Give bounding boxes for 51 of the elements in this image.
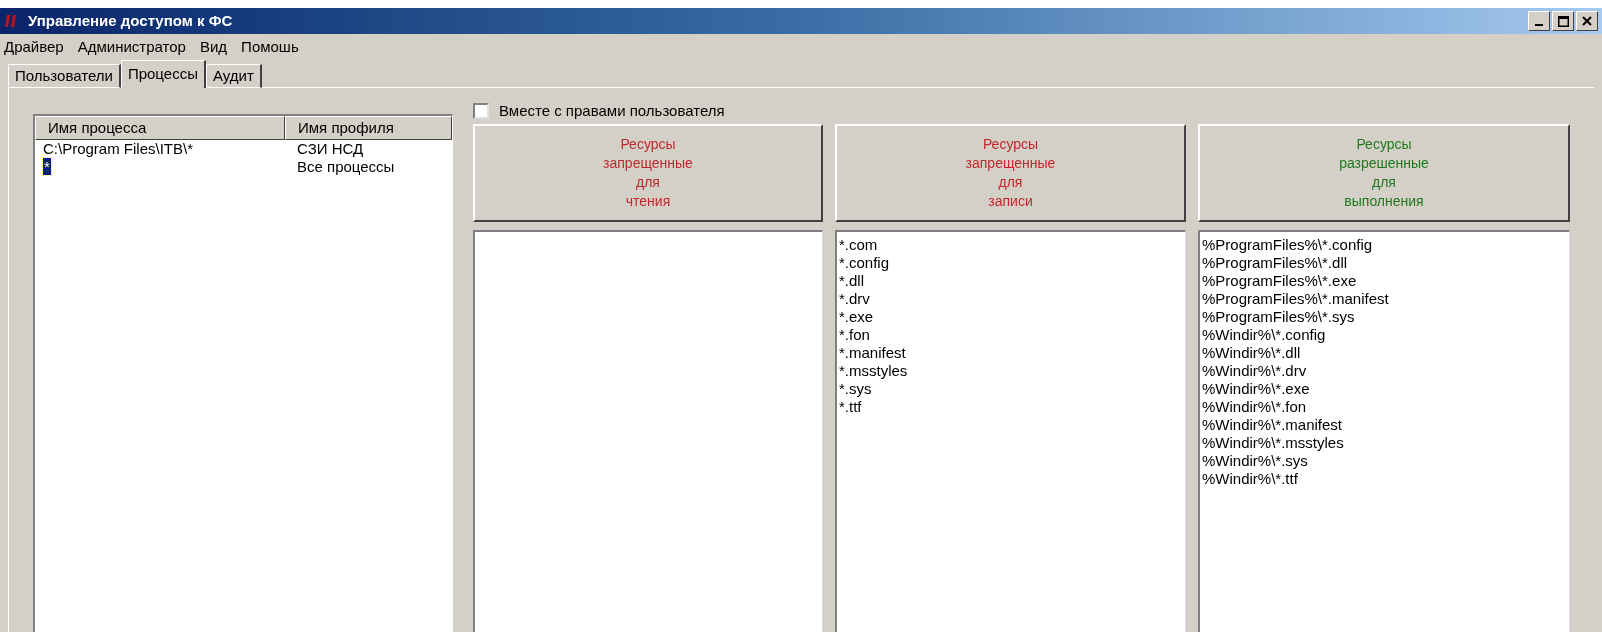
table-row[interactable]: C:\Program Files\ITB\* СЗИ НСД: [35, 140, 452, 158]
list-item[interactable]: %Windir%\*.drv: [1202, 362, 1567, 380]
list-item[interactable]: %Windir%\*.manifest: [1202, 416, 1567, 434]
list-item[interactable]: *.dll: [839, 272, 1183, 290]
menu-item[interactable]: Драйвер: [4, 35, 64, 59]
list-item[interactable]: %ProgramFiles%\*.config: [1202, 236, 1567, 254]
list-item[interactable]: *.ttf: [839, 398, 1183, 416]
panel-header-button[interactable]: Ресурсы разрешенные для выполнения: [1198, 124, 1570, 222]
list-item[interactable]: *.exe: [839, 308, 1183, 326]
menu-item[interactable]: Помошь: [241, 35, 299, 59]
window-title: Управление доступом к ФС: [28, 10, 233, 31]
list-item[interactable]: %Windir%\*.ttf: [1202, 470, 1567, 488]
table-cell-text: Все процессы: [296, 158, 396, 176]
menu-item[interactable]: Администратор: [77, 35, 186, 59]
list-item[interactable]: %Windir%\*.config: [1202, 326, 1567, 344]
list-item[interactable]: %ProgramFiles%\*.dll: [1202, 254, 1567, 272]
list-item[interactable]: *.config: [839, 254, 1183, 272]
checkbox-label: Вместе с правами пользователя: [499, 100, 725, 121]
list-item[interactable]: %Windir%\*.msstyles: [1202, 434, 1567, 452]
table-cell: C:\Program Files\ITB\*: [43, 140, 194, 157]
list-item[interactable]: %ProgramFiles%\*.exe: [1202, 272, 1567, 290]
panel-header-button[interactable]: Ресурсы запрещенные для чтения: [473, 124, 823, 222]
tab[interactable]: Пользователи: [8, 64, 121, 88]
list-item[interactable]: *.fon: [839, 326, 1183, 344]
panel-header-button[interactable]: Ресурсы запрещенные для записи: [835, 124, 1186, 222]
list-item[interactable]: %Windir%\*.fon: [1202, 398, 1567, 416]
checkbox[interactable]: [473, 103, 489, 119]
maximize-icon: [1557, 15, 1569, 27]
list-item[interactable]: %Windir%\*.dll: [1202, 344, 1567, 362]
tab[interactable]: Процессы: [120, 60, 206, 88]
close-icon: [1582, 16, 1592, 26]
table-row[interactable]: * Все процессы: [35, 158, 452, 176]
maximize-button[interactable]: [1552, 11, 1574, 31]
close-button[interactable]: [1576, 11, 1598, 31]
tab[interactable]: Аудит: [205, 64, 262, 88]
table-cell-text: СЗИ НСД: [296, 140, 365, 158]
minimize-button[interactable]: [1528, 11, 1550, 31]
list-item[interactable]: *.com: [839, 236, 1183, 254]
list-item[interactable]: *.drv: [839, 290, 1183, 308]
column-header[interactable]: Имя профиля: [285, 116, 452, 140]
minimize-icon: [1535, 24, 1543, 26]
list-item[interactable]: *.manifest: [839, 344, 1183, 362]
list-item[interactable]: *.msstyles: [839, 362, 1183, 380]
column-header[interactable]: Имя процесса: [35, 116, 285, 140]
list-item[interactable]: %Windir%\*.exe: [1202, 380, 1567, 398]
list-item[interactable]: %ProgramFiles%\*.sys: [1202, 308, 1567, 326]
list-item[interactable]: *.sys: [839, 380, 1183, 398]
table-cell: *: [43, 158, 51, 175]
list-item[interactable]: %ProgramFiles%\*.manifest: [1202, 290, 1567, 308]
list-item[interactable]: %Windir%\*.sys: [1202, 452, 1567, 470]
menu-item[interactable]: Вид: [199, 35, 228, 59]
